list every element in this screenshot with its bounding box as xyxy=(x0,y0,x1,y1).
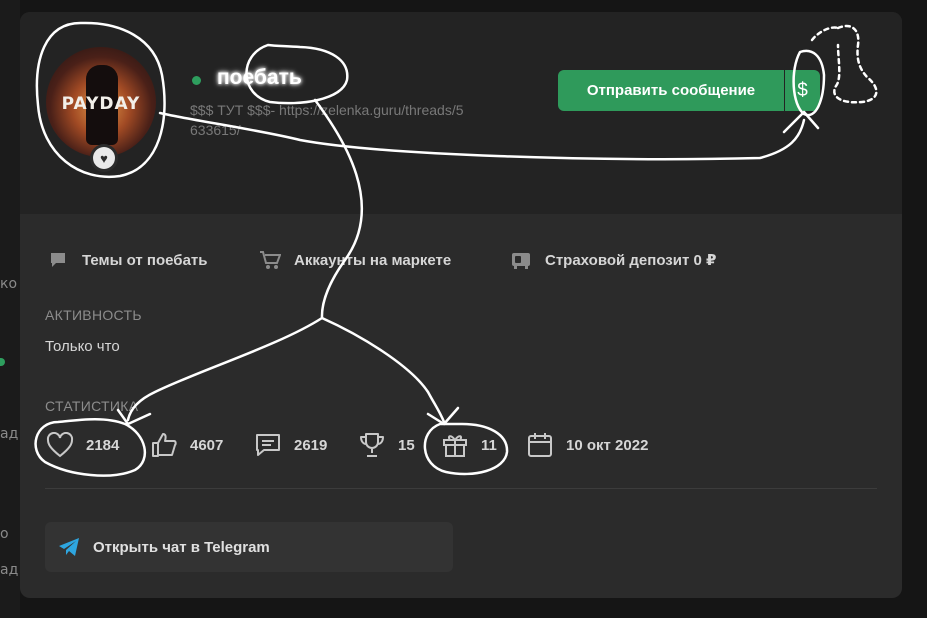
heart-icon[interactable]: ♥ xyxy=(90,144,118,172)
avatar[interactable]: PAYDAY xyxy=(46,47,156,157)
stat-value: 15 xyxy=(398,436,415,454)
nav-item-market[interactable]: Аккаунты на маркете xyxy=(258,248,451,272)
nav-item-label: Аккаунты на маркете xyxy=(294,251,452,269)
stat-likes[interactable]: 2184 xyxy=(45,430,119,460)
background-text: ад xyxy=(0,426,19,442)
stat-value: 4607 xyxy=(190,436,224,454)
chat-bubble-icon xyxy=(46,250,70,270)
profile-card: PAYDAY ♥ поебать $$$ ТУТ $$$- https://ze… xyxy=(20,12,902,598)
stat-value: 11 xyxy=(481,436,497,454)
telegram-chat-label: Открыть чат в Telegram xyxy=(93,538,270,556)
stat-messages[interactable]: 2619 xyxy=(253,430,327,460)
gift-icon xyxy=(440,430,470,460)
deposit-icon xyxy=(509,250,533,270)
trophy-icon xyxy=(357,430,387,460)
activity-value: Только что xyxy=(45,338,120,355)
telegram-icon xyxy=(57,535,81,559)
username: поебать xyxy=(217,66,302,89)
background-status-dot xyxy=(0,358,5,366)
background-text: ко xyxy=(0,276,18,292)
nav-item-threads[interactable]: Темы от поебать xyxy=(46,248,207,272)
divider xyxy=(45,488,877,489)
avatar-logo-text: PAYDAY xyxy=(61,94,141,114)
message-icon xyxy=(253,430,283,460)
stat-registration-date: 10 окт 2022 xyxy=(525,430,648,460)
background-text: о xyxy=(0,526,9,542)
calendar-icon xyxy=(525,430,555,460)
stat-value: 2619 xyxy=(294,436,328,454)
telegram-chat-button[interactable]: Открыть чат в Telegram xyxy=(45,522,453,572)
stats-label: СТАТИСТИКА xyxy=(45,398,139,414)
profile-header: PAYDAY ♥ поебать $$$ ТУТ $$$- https://ze… xyxy=(20,12,902,214)
nav-item-label: Темы от поебать xyxy=(82,251,208,269)
background-text: ад xyxy=(0,562,19,578)
stat-trophies[interactable]: 15 xyxy=(357,430,415,460)
send-message-button[interactable]: Отправить сообщение xyxy=(558,70,784,111)
background-page: ко ад о ад xyxy=(0,0,20,618)
cart-icon xyxy=(258,250,282,270)
nav-item-label: Страховой депозит 0 ₽ xyxy=(545,252,717,269)
user-status-text[interactable]: $$$ ТУТ $$$- https://zelenka.guru/thread… xyxy=(190,100,470,140)
stat-value: 2184 xyxy=(86,436,120,454)
money-transfer-button[interactable]: $ xyxy=(785,70,820,111)
stat-sympathies[interactable]: 4607 xyxy=(149,430,223,460)
online-status-dot xyxy=(192,76,201,85)
stat-value: 10 окт 2022 xyxy=(566,436,649,454)
thumbs-up-icon xyxy=(149,430,179,460)
nav-item-deposit[interactable]: Страховой депозит 0 ₽ xyxy=(509,248,716,272)
activity-label: АКТИВНОСТЬ xyxy=(45,307,142,323)
heart-outline-icon xyxy=(45,430,75,460)
stat-gifts[interactable]: 11 xyxy=(440,430,497,460)
